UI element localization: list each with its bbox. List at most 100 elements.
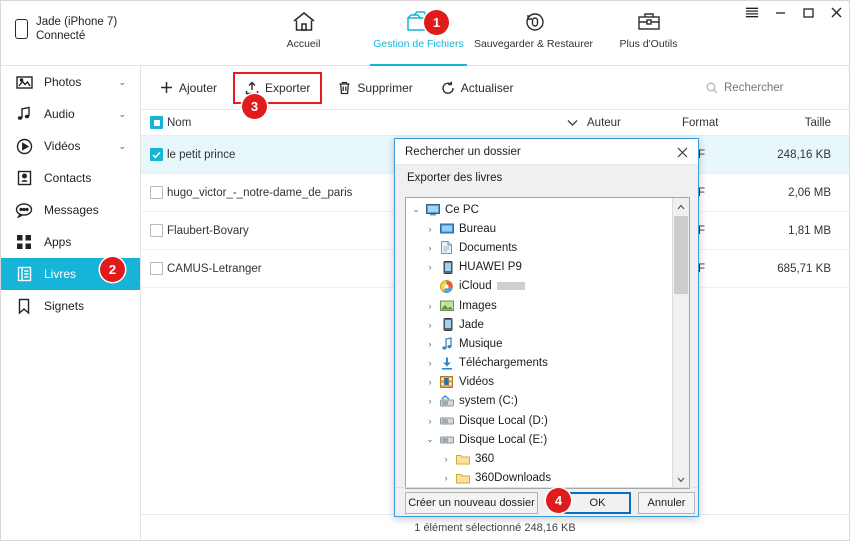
row-checkbox-cell[interactable]: [141, 186, 167, 199]
status-text: 1 élément sélectionné 248,16 KB: [414, 521, 576, 534]
nav-tab-gestion-de-fichiers[interactable]: Gestion de Fichiers: [361, 1, 476, 66]
add-button[interactable]: Ajouter: [151, 75, 226, 101]
chevron-down-icon: [567, 119, 578, 126]
sidebar-item-audio[interactable]: Audio ⌄: [1, 98, 140, 130]
export-icon: [245, 81, 259, 94]
delete-button[interactable]: Supprimer: [329, 75, 421, 101]
status-bar: 1 élément sélectionné 248,16 KB: [141, 514, 849, 540]
connected-device[interactable]: Jade (iPhone 7) Connecté: [15, 15, 117, 43]
step-badge-3: 3: [242, 94, 267, 119]
row-checkbox[interactable]: [150, 224, 163, 237]
tree-node-label: Documents: [459, 241, 518, 254]
scroll-up-arrow-icon[interactable]: [673, 198, 689, 215]
chevron-down-icon[interactable]: ⌄: [118, 109, 126, 120]
pc-icon: [424, 203, 441, 216]
tree-node[interactable]: › Téléchargements: [406, 354, 672, 373]
chevron-right-icon[interactable]: ›: [422, 224, 438, 234]
chevron-right-icon[interactable]: ›: [422, 301, 438, 311]
tree-scrollbar[interactable]: [672, 198, 689, 488]
chevron-down-icon[interactable]: ⌄: [118, 77, 126, 88]
nav-tab-sauvegarder-restaurer[interactable]: Sauvegarder & Restaurer: [473, 1, 594, 66]
tree-node-label: system (C:): [459, 395, 518, 408]
nav-label: Sauvegarder & Restaurer: [473, 38, 594, 50]
downloads-icon: [438, 357, 455, 370]
row-checkbox-cell[interactable]: [141, 224, 167, 237]
folder-tree-list: ⌄ Ce PC › Bureau › Documents › HUAWEI P9…: [406, 198, 672, 488]
nav-label: Gestion de Fichiers: [373, 38, 464, 50]
sidebar-item-label: Photos: [44, 75, 82, 89]
column-header-size[interactable]: Taille: [757, 117, 849, 129]
select-all-checkbox-cell[interactable]: [141, 116, 167, 129]
cancel-button[interactable]: Annuler: [638, 492, 695, 514]
search-box[interactable]: [706, 77, 831, 99]
chevron-right-icon[interactable]: ›: [422, 262, 438, 272]
tree-node[interactable]: iCloud: [406, 277, 672, 296]
tree-node[interactable]: › Vidéos: [406, 373, 672, 392]
column-header-author[interactable]: Auteur: [567, 117, 682, 129]
tree-node[interactable]: › 360Downloads: [406, 469, 672, 488]
scrollbar-thumb[interactable]: [674, 216, 688, 294]
row-checkbox[interactable]: [150, 262, 163, 275]
tree-node[interactable]: › Disque Local (D:): [406, 411, 672, 430]
nav-tab-plus-doutils[interactable]: Plus d'Outils: [591, 1, 706, 66]
tree-node[interactable]: › Documents: [406, 238, 672, 257]
chevron-right-icon[interactable]: ›: [422, 358, 438, 368]
nav-tab-accueil[interactable]: Accueil: [246, 1, 361, 66]
row-checkbox[interactable]: [150, 148, 163, 161]
tree-node[interactable]: › 360: [406, 449, 672, 468]
tree-node-label: HUAWEI P9: [459, 261, 522, 274]
new-folder-button[interactable]: Créer un nouveau dossier: [405, 492, 538, 514]
chevron-right-icon[interactable]: ›: [422, 243, 438, 253]
close-icon[interactable]: [829, 5, 843, 19]
chevron-right-icon[interactable]: ›: [438, 454, 454, 464]
refresh-button[interactable]: Actualiser: [432, 75, 523, 101]
scroll-down-arrow-icon[interactable]: [673, 471, 689, 488]
sidebar-item-label: Signets: [44, 299, 85, 313]
chevron-down-icon[interactable]: ⌄: [118, 141, 126, 152]
dialog-subtitle: Exporter des livres: [395, 165, 698, 191]
tree-node[interactable]: › Musique: [406, 334, 672, 353]
minimize-icon[interactable]: [773, 5, 787, 19]
chevron-right-icon[interactable]: ›: [422, 320, 438, 330]
chevron-right-icon[interactable]: ›: [422, 377, 438, 387]
tree-node[interactable]: ⌄ Ce PC: [406, 200, 672, 219]
tree-node[interactable]: › Bureau: [406, 219, 672, 238]
chevron-right-icon[interactable]: ›: [438, 473, 454, 483]
chevron-right-icon[interactable]: ›: [422, 396, 438, 406]
icloud-icon: [438, 279, 455, 293]
restore-icon: [521, 10, 547, 34]
tree-node[interactable]: › system (C:): [406, 392, 672, 411]
search-input[interactable]: [724, 82, 819, 94]
tree-node[interactable]: › HUAWEI P9: [406, 258, 672, 277]
row-checkbox-cell[interactable]: [141, 148, 167, 161]
sidebar-item-label: Contacts: [44, 171, 92, 185]
chevron-down-icon[interactable]: ⌄: [422, 434, 438, 445]
sidebar-item-signets[interactable]: Signets: [1, 290, 140, 322]
row-size: 1,81 MB: [788, 224, 831, 237]
sidebar-item-photos[interactable]: Photos ⌄: [1, 66, 140, 98]
tree-node-label: Bureau: [459, 222, 497, 235]
row-checkbox[interactable]: [150, 186, 163, 199]
sidebar-item-contacts[interactable]: Contacts: [1, 162, 140, 194]
sidebar-item-messages[interactable]: Messages: [1, 194, 140, 226]
row-checkbox-cell[interactable]: [141, 262, 167, 275]
tree-node[interactable]: › Jade: [406, 315, 672, 334]
column-header-name[interactable]: Nom: [167, 117, 567, 129]
folder-tree[interactable]: ⌄ Ce PC › Bureau › Documents › HUAWEI P9…: [405, 197, 690, 489]
column-header-format[interactable]: Format: [682, 117, 757, 129]
tree-node[interactable]: › Images: [406, 296, 672, 315]
tree-node-label: Disque Local (E:): [459, 433, 548, 446]
ok-button[interactable]: OK: [564, 492, 631, 514]
select-all-checkbox[interactable]: [150, 116, 163, 129]
chevron-right-icon[interactable]: ›: [422, 416, 438, 426]
browse-folder-dialog: Rechercher un dossier Exporter des livre…: [394, 138, 699, 517]
dialog-close-icon[interactable]: [674, 144, 690, 160]
menu-icon[interactable]: [745, 5, 759, 19]
sidebar-item-videos[interactable]: Vidéos ⌄: [1, 130, 140, 162]
maximize-icon[interactable]: [801, 5, 815, 19]
chevron-right-icon[interactable]: ›: [422, 339, 438, 349]
folder-icon: [454, 454, 471, 465]
chevron-down-icon[interactable]: ⌄: [408, 204, 424, 215]
sidebar-item-apps[interactable]: Apps: [1, 226, 140, 258]
tree-node[interactable]: ⌄ Disque Local (E:): [406, 430, 672, 449]
